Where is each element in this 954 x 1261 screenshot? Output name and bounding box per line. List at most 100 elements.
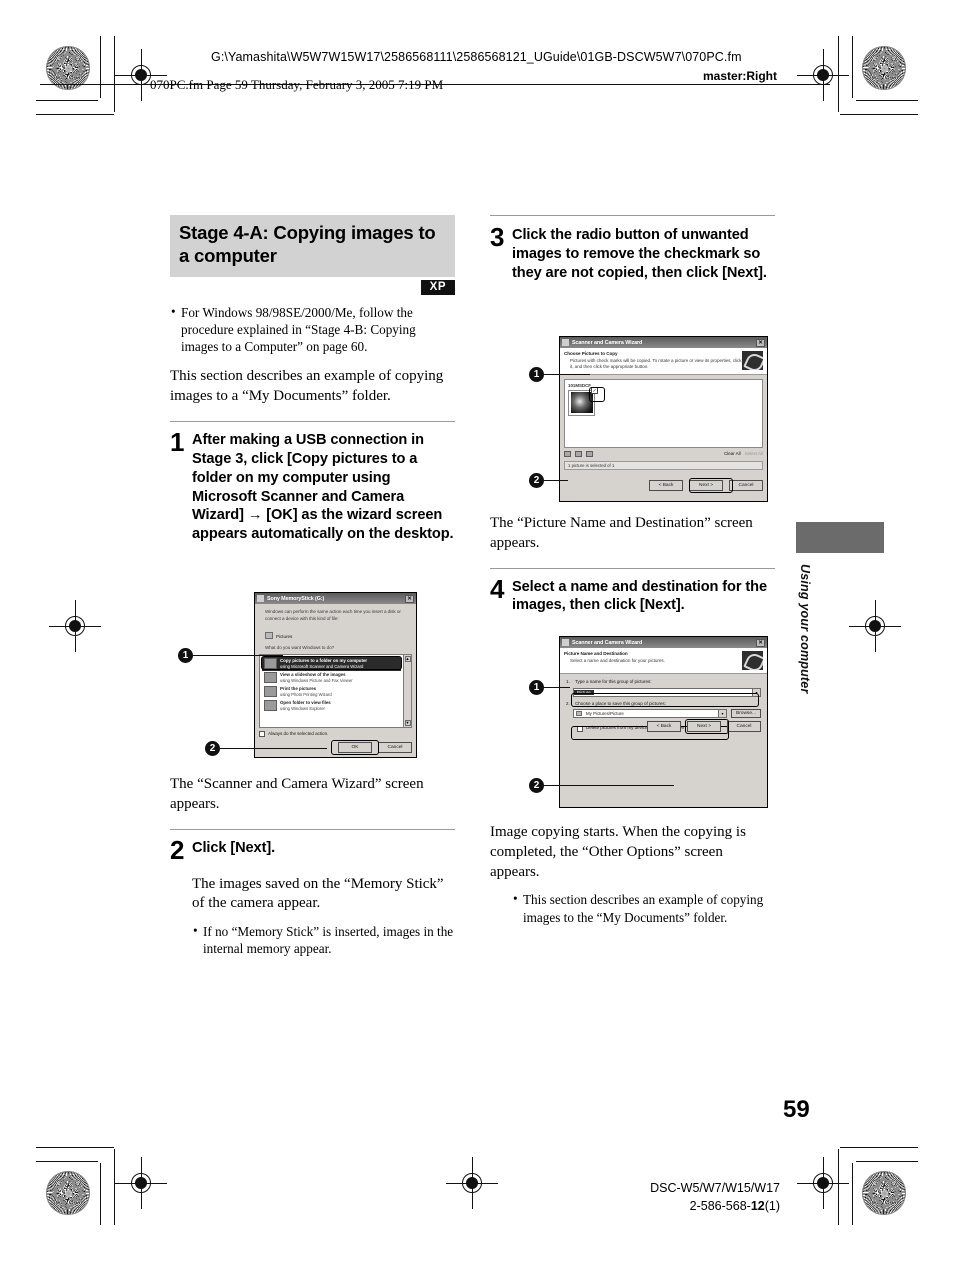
drive-icon (257, 595, 264, 602)
next-button[interactable]: Next > (687, 720, 721, 732)
field-2-label: Choose a place to save this group of pic… (575, 700, 666, 706)
step-4-bullet-list: This section describes an example of cop… (512, 890, 775, 925)
destination-combo[interactable]: My Pictures\Picture ▾ (573, 709, 727, 719)
wizard-heading: Choose Pictures to Copy (564, 351, 618, 356)
footer-model: DSC-W5/W7/W15/W17 (650, 1181, 780, 1195)
back-button[interactable]: < Back (647, 720, 681, 732)
section-title-band: Stage 4-A: Copying images to a computer (170, 215, 455, 277)
picture-tool-strip: Clear All Select All (564, 451, 763, 458)
dialog-choose-pictures[interactable]: Scanner and Camera Wizard ✕ Choose Pictu… (559, 336, 768, 502)
close-icon[interactable]: ✕ (405, 594, 414, 603)
step-3-text: Click the radio button of unwanted image… (512, 227, 767, 281)
always-do-checkbox-row[interactable]: Always do the selected action. (259, 731, 412, 738)
wizard-header-text: Choose Pictures to Copy Pictures with ch… (564, 351, 742, 371)
step-2: 2 Click [Next]. (170, 834, 455, 865)
browse-button[interactable]: Browse... (731, 709, 761, 719)
step-4-bullet-item: This section describes an example of cop… (512, 890, 775, 925)
divider (170, 828, 455, 830)
select-all-link[interactable]: Select All (745, 451, 763, 458)
step-2-bullet-item: If no “Memory Stick” is inserted, images… (192, 922, 455, 957)
note-bullet-list: For Windows 98/98SE/2000/Me, follow the … (170, 303, 455, 355)
scroll-down-icon[interactable]: ▼ (404, 719, 411, 726)
wizard-header: Picture Name and Destination Select a na… (560, 648, 767, 674)
crop-mark (856, 100, 918, 102)
scroll-up-icon[interactable]: ▲ (404, 655, 411, 662)
crop-mark (852, 36, 854, 98)
close-icon[interactable]: ✕ (756, 638, 765, 647)
side-tab-block (796, 522, 884, 553)
intro-paragraph: This section describes an example of cop… (170, 368, 444, 405)
callout-leader-line (220, 748, 327, 750)
next-button[interactable]: Next > (689, 479, 723, 491)
step-2-number: 2 (170, 834, 185, 865)
rotate-left-icon[interactable] (564, 451, 571, 458)
dialog-button-row: < Back Next > Cancel (564, 477, 763, 493)
dialog-sony-memorystick[interactable]: Sony MemoryStick (G:) ✕ Windows can perf… (254, 592, 417, 758)
action-list[interactable]: Copy pictures to a folder on my computer… (259, 653, 412, 728)
cancel-button[interactable]: Cancel (729, 479, 763, 491)
cancel-button[interactable]: Cancel (378, 741, 412, 753)
right-column-end: Image copying starts. When the copying i… (490, 823, 775, 927)
step-1-text: After making a USB connection in Stage 3… (192, 432, 454, 543)
list-item[interactable]: Copy pictures to a folder on my computer… (262, 656, 401, 671)
properties-icon[interactable] (586, 451, 593, 458)
back-button[interactable]: < Back (649, 479, 683, 491)
picture-pane[interactable]: 101MSDCF ✓ (564, 378, 763, 448)
wizard-subheading: Select a name and destination for your p… (570, 657, 665, 663)
thumbnail-checkbox[interactable]: ✓ (591, 386, 598, 394)
registration-mark-left (49, 600, 101, 652)
wizard-icon (562, 639, 569, 646)
picture-thumbnail[interactable]: ✓ (568, 386, 598, 416)
destination-field-row[interactable]: My Pictures\Picture ▾ Browse... (573, 709, 761, 719)
wizard-icon (562, 339, 569, 346)
clear-all-link[interactable]: Clear All (724, 451, 741, 458)
dialog-picture-name-destination[interactable]: Scanner and Camera Wizard ✕ Picture Name… (559, 636, 768, 808)
starburst-mark-bottom-right (862, 1171, 906, 1215)
dialog-intro-text: Windows can perform the same action each… (265, 609, 401, 621)
side-tab-label: Using your computer (798, 564, 812, 694)
divider (490, 567, 775, 569)
step-1-caption: The “Scanner and Camera Wizard” screen a… (170, 776, 424, 812)
footer-model-and-part: DSC-W5/W7/W15/W17 2-586-568-12(1) (530, 1179, 780, 1215)
list-item[interactable]: View a slideshow of the images using Win… (262, 671, 401, 685)
dialog-title: Scanner and Camera Wizard (572, 639, 643, 646)
dialog-body: 1. Type a name for this group of picture… (560, 674, 767, 740)
chevron-down-icon[interactable]: ▾ (718, 710, 726, 718)
left-column-continued: The “Scanner and Camera Wizard” screen a… (170, 775, 455, 958)
checkbox[interactable] (577, 725, 583, 732)
rotate-right-icon[interactable] (575, 451, 582, 458)
crop-mark (36, 1161, 98, 1163)
list-item[interactable]: Open folder to view files using Windows … (262, 699, 401, 713)
cancel-button[interactable]: Cancel (727, 720, 761, 732)
step-2-caption: The images saved on the “Memory Stick” o… (192, 875, 444, 912)
starburst-mark-bottom-left (46, 1171, 90, 1215)
crop-mark (114, 1149, 116, 1225)
xp-badge-row: XP (170, 279, 455, 295)
callout-leader-line (544, 480, 568, 482)
wizard-header-text: Picture Name and Destination Select a na… (564, 651, 742, 664)
field-2-number: 2. (566, 700, 570, 706)
name-field-row[interactable]: Picture ▾ (573, 687, 761, 697)
dialog-body: Windows can perform the same action each… (255, 604, 416, 757)
callout-marker-1: 1 (529, 367, 544, 382)
divider (490, 215, 775, 216)
chevron-down-icon[interactable]: ▾ (752, 688, 760, 696)
step-1: 1 After making a USB connection in Stage… (170, 429, 455, 544)
pictures-icon (265, 632, 273, 640)
step-4-caption: Image copying starts. When the copying i… (490, 824, 746, 880)
right-column-continued: The “Picture Name and Destination” scree… (490, 514, 775, 615)
footer-part-suffix: (1) (764, 1199, 780, 1214)
header-master-label: master:Right (703, 69, 778, 83)
close-icon[interactable]: ✕ (756, 338, 765, 347)
folder-icon (576, 711, 582, 717)
name-combo[interactable]: Picture ▾ (573, 687, 761, 697)
list-item-sub: using Windows Explorer (280, 705, 325, 711)
list-scrollbar[interactable]: ▲ ▼ (403, 654, 411, 727)
step-3-number: 3 (490, 222, 505, 252)
selection-status-bar: 1 picture is selected of 1 (564, 460, 763, 470)
copy-pictures-icon (264, 658, 277, 670)
crop-mark (100, 36, 102, 98)
list-item[interactable]: Print the pictures using Photo Printing … (262, 685, 401, 699)
ok-button[interactable]: OK (338, 741, 372, 753)
checkbox[interactable] (259, 731, 265, 738)
